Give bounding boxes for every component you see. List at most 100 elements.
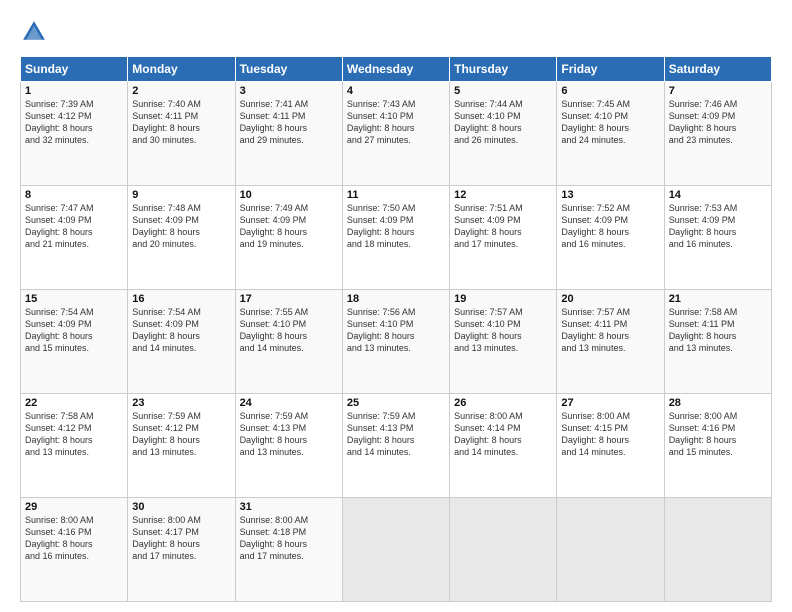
day-cell: 2Sunrise: 7:40 AMSunset: 4:11 PMDaylight… <box>128 82 235 186</box>
day-cell: 31Sunrise: 8:00 AMSunset: 4:18 PMDayligh… <box>235 498 342 602</box>
day-number: 25 <box>347 397 445 409</box>
calendar-header: SundayMondayTuesdayWednesdayThursdayFrid… <box>21 57 772 82</box>
day-cell: 7Sunrise: 7:46 AMSunset: 4:09 PMDaylight… <box>664 82 771 186</box>
day-cell: 8Sunrise: 7:47 AMSunset: 4:09 PMDaylight… <box>21 186 128 290</box>
day-number: 27 <box>561 397 659 409</box>
day-number: 28 <box>669 397 767 409</box>
cell-info: Sunrise: 7:56 AMSunset: 4:10 PMDaylight:… <box>347 306 445 355</box>
day-number: 23 <box>132 397 230 409</box>
weekday-wednesday: Wednesday <box>342 57 449 82</box>
cell-info: Sunrise: 7:43 AMSunset: 4:10 PMDaylight:… <box>347 98 445 147</box>
day-cell: 27Sunrise: 8:00 AMSunset: 4:15 PMDayligh… <box>557 394 664 498</box>
day-cell: 30Sunrise: 8:00 AMSunset: 4:17 PMDayligh… <box>128 498 235 602</box>
calendar-body: 1Sunrise: 7:39 AMSunset: 4:12 PMDaylight… <box>21 82 772 602</box>
day-number: 10 <box>240 189 338 201</box>
day-cell: 25Sunrise: 7:59 AMSunset: 4:13 PMDayligh… <box>342 394 449 498</box>
cell-info: Sunrise: 7:54 AMSunset: 4:09 PMDaylight:… <box>25 306 123 355</box>
cell-info: Sunrise: 7:58 AMSunset: 4:11 PMDaylight:… <box>669 306 767 355</box>
weekday-row: SundayMondayTuesdayWednesdayThursdayFrid… <box>21 57 772 82</box>
cell-info: Sunrise: 8:00 AMSunset: 4:14 PMDaylight:… <box>454 410 552 459</box>
weekday-monday: Monday <box>128 57 235 82</box>
page: SundayMondayTuesdayWednesdayThursdayFrid… <box>0 0 792 612</box>
cell-info: Sunrise: 7:40 AMSunset: 4:11 PMDaylight:… <box>132 98 230 147</box>
day-number: 20 <box>561 293 659 305</box>
day-number: 16 <box>132 293 230 305</box>
weekday-tuesday: Tuesday <box>235 57 342 82</box>
day-cell: 5Sunrise: 7:44 AMSunset: 4:10 PMDaylight… <box>450 82 557 186</box>
day-number: 1 <box>25 85 123 97</box>
cell-info: Sunrise: 7:59 AMSunset: 4:12 PMDaylight:… <box>132 410 230 459</box>
day-cell: 17Sunrise: 7:55 AMSunset: 4:10 PMDayligh… <box>235 290 342 394</box>
day-cell: 20Sunrise: 7:57 AMSunset: 4:11 PMDayligh… <box>557 290 664 394</box>
day-number: 15 <box>25 293 123 305</box>
cell-info: Sunrise: 7:57 AMSunset: 4:11 PMDaylight:… <box>561 306 659 355</box>
cell-info: Sunrise: 7:49 AMSunset: 4:09 PMDaylight:… <box>240 202 338 251</box>
day-cell: 21Sunrise: 7:58 AMSunset: 4:11 PMDayligh… <box>664 290 771 394</box>
day-number: 24 <box>240 397 338 409</box>
weekday-thursday: Thursday <box>450 57 557 82</box>
day-number: 29 <box>25 501 123 513</box>
week-row-1: 1Sunrise: 7:39 AMSunset: 4:12 PMDaylight… <box>21 82 772 186</box>
day-cell: 9Sunrise: 7:48 AMSunset: 4:09 PMDaylight… <box>128 186 235 290</box>
day-cell <box>664 498 771 602</box>
day-number: 3 <box>240 85 338 97</box>
day-number: 18 <box>347 293 445 305</box>
day-number: 9 <box>132 189 230 201</box>
day-cell: 23Sunrise: 7:59 AMSunset: 4:12 PMDayligh… <box>128 394 235 498</box>
cell-info: Sunrise: 8:00 AMSunset: 4:16 PMDaylight:… <box>669 410 767 459</box>
day-cell <box>450 498 557 602</box>
day-cell <box>557 498 664 602</box>
day-number: 11 <box>347 189 445 201</box>
day-number: 2 <box>132 85 230 97</box>
cell-info: Sunrise: 7:52 AMSunset: 4:09 PMDaylight:… <box>561 202 659 251</box>
day-number: 6 <box>561 85 659 97</box>
cell-info: Sunrise: 7:39 AMSunset: 4:12 PMDaylight:… <box>25 98 123 147</box>
day-number: 19 <box>454 293 552 305</box>
cell-info: Sunrise: 7:54 AMSunset: 4:09 PMDaylight:… <box>132 306 230 355</box>
day-cell: 16Sunrise: 7:54 AMSunset: 4:09 PMDayligh… <box>128 290 235 394</box>
cell-info: Sunrise: 7:55 AMSunset: 4:10 PMDaylight:… <box>240 306 338 355</box>
cell-info: Sunrise: 7:57 AMSunset: 4:10 PMDaylight:… <box>454 306 552 355</box>
header <box>20 18 772 46</box>
day-number: 13 <box>561 189 659 201</box>
cell-info: Sunrise: 7:45 AMSunset: 4:10 PMDaylight:… <box>561 98 659 147</box>
day-number: 31 <box>240 501 338 513</box>
day-cell: 12Sunrise: 7:51 AMSunset: 4:09 PMDayligh… <box>450 186 557 290</box>
logo-icon <box>20 18 48 46</box>
day-number: 22 <box>25 397 123 409</box>
day-cell: 24Sunrise: 7:59 AMSunset: 4:13 PMDayligh… <box>235 394 342 498</box>
day-number: 14 <box>669 189 767 201</box>
cell-info: Sunrise: 7:41 AMSunset: 4:11 PMDaylight:… <box>240 98 338 147</box>
cell-info: Sunrise: 8:00 AMSunset: 4:17 PMDaylight:… <box>132 514 230 563</box>
day-cell: 29Sunrise: 8:00 AMSunset: 4:16 PMDayligh… <box>21 498 128 602</box>
weekday-sunday: Sunday <box>21 57 128 82</box>
day-cell: 6Sunrise: 7:45 AMSunset: 4:10 PMDaylight… <box>557 82 664 186</box>
day-cell: 15Sunrise: 7:54 AMSunset: 4:09 PMDayligh… <box>21 290 128 394</box>
week-row-4: 22Sunrise: 7:58 AMSunset: 4:12 PMDayligh… <box>21 394 772 498</box>
day-cell: 1Sunrise: 7:39 AMSunset: 4:12 PMDaylight… <box>21 82 128 186</box>
cell-info: Sunrise: 7:59 AMSunset: 4:13 PMDaylight:… <box>347 410 445 459</box>
cell-info: Sunrise: 7:59 AMSunset: 4:13 PMDaylight:… <box>240 410 338 459</box>
cell-info: Sunrise: 7:50 AMSunset: 4:09 PMDaylight:… <box>347 202 445 251</box>
day-number: 26 <box>454 397 552 409</box>
week-row-3: 15Sunrise: 7:54 AMSunset: 4:09 PMDayligh… <box>21 290 772 394</box>
cell-info: Sunrise: 7:58 AMSunset: 4:12 PMDaylight:… <box>25 410 123 459</box>
day-number: 17 <box>240 293 338 305</box>
day-cell <box>342 498 449 602</box>
cell-info: Sunrise: 8:00 AMSunset: 4:15 PMDaylight:… <box>561 410 659 459</box>
weekday-saturday: Saturday <box>664 57 771 82</box>
cell-info: Sunrise: 7:47 AMSunset: 4:09 PMDaylight:… <box>25 202 123 251</box>
day-cell: 3Sunrise: 7:41 AMSunset: 4:11 PMDaylight… <box>235 82 342 186</box>
day-cell: 4Sunrise: 7:43 AMSunset: 4:10 PMDaylight… <box>342 82 449 186</box>
day-number: 8 <box>25 189 123 201</box>
cell-info: Sunrise: 7:51 AMSunset: 4:09 PMDaylight:… <box>454 202 552 251</box>
day-cell: 10Sunrise: 7:49 AMSunset: 4:09 PMDayligh… <box>235 186 342 290</box>
cell-info: Sunrise: 8:00 AMSunset: 4:16 PMDaylight:… <box>25 514 123 563</box>
day-cell: 22Sunrise: 7:58 AMSunset: 4:12 PMDayligh… <box>21 394 128 498</box>
day-number: 5 <box>454 85 552 97</box>
day-number: 30 <box>132 501 230 513</box>
day-cell: 18Sunrise: 7:56 AMSunset: 4:10 PMDayligh… <box>342 290 449 394</box>
day-cell: 11Sunrise: 7:50 AMSunset: 4:09 PMDayligh… <box>342 186 449 290</box>
week-row-5: 29Sunrise: 8:00 AMSunset: 4:16 PMDayligh… <box>21 498 772 602</box>
day-cell: 26Sunrise: 8:00 AMSunset: 4:14 PMDayligh… <box>450 394 557 498</box>
